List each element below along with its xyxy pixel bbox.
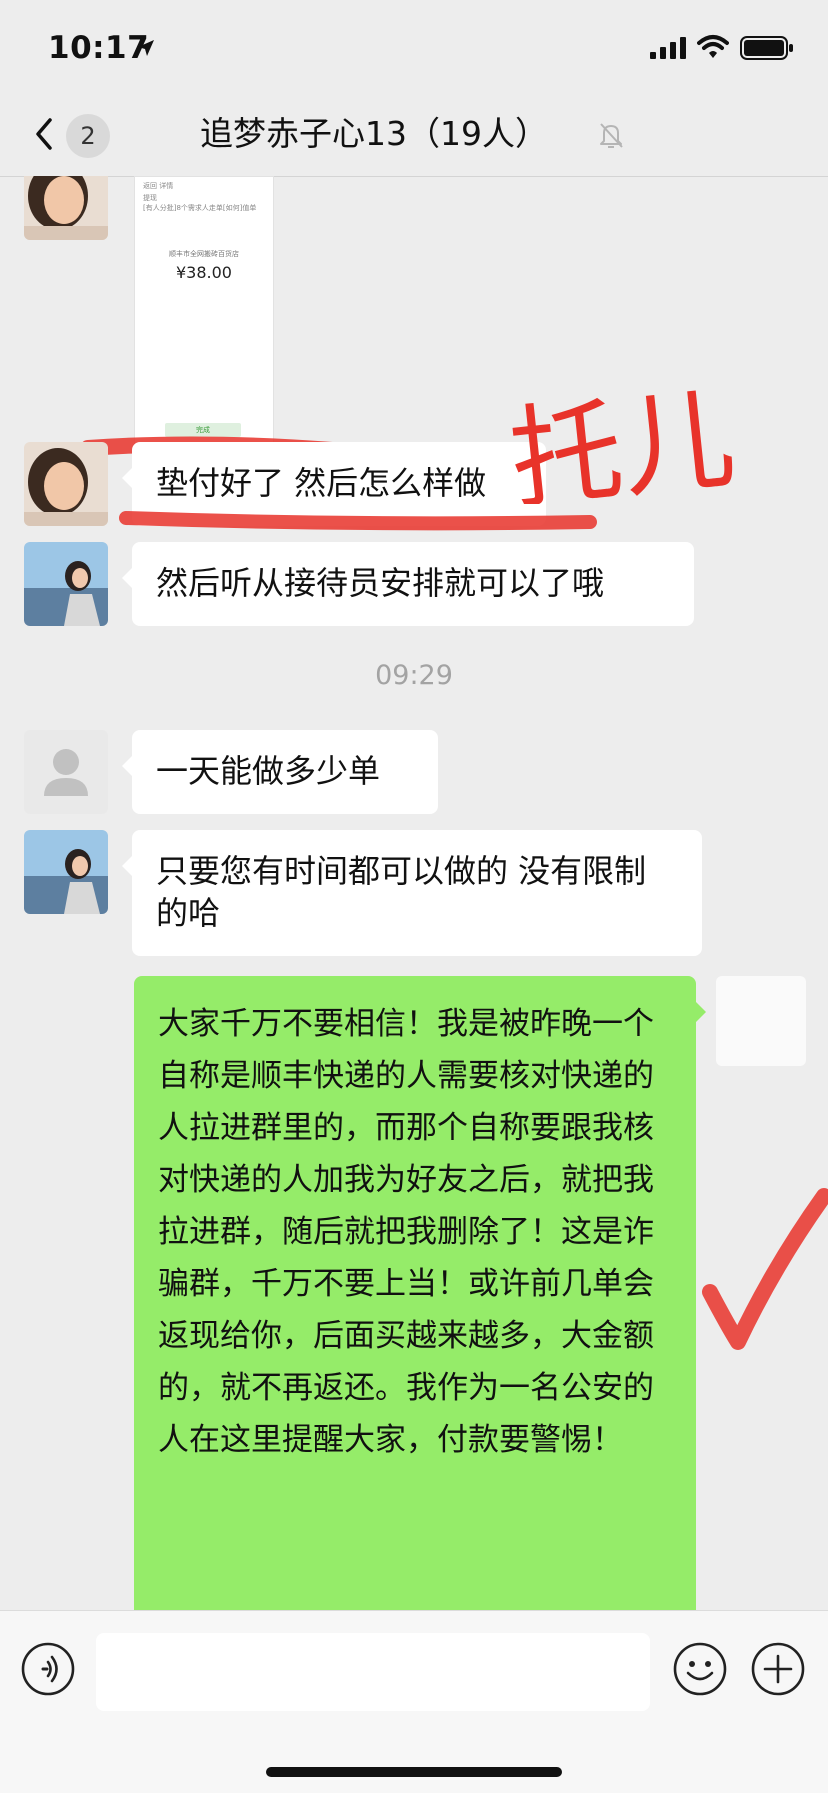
location-arrow-icon [136,38,156,62]
receipt-done-button: 完成 [165,423,241,437]
handwritten-annotation: 托儿 [510,384,741,504]
emoji-icon[interactable] [672,1641,728,1701]
time-separator: 09:29 [375,660,453,691]
avatar-girl-sea[interactable] [24,830,108,914]
receipt-header: 返回 详情 [143,182,174,190]
avatar-self-blurred[interactable] [716,976,806,1066]
message-text: 然后听从接待员安排就可以了哦 [156,564,605,602]
avatar-girl-sea[interactable] [24,542,108,626]
message-text: 大家千万不要相信！我是被昨晚一个自称是顺丰快递的人需要核对快递的人拉进群里的，而… [158,1006,654,1458]
message-text: 垫付好了 然后怎么样做 [156,464,487,502]
message-input[interactable] [96,1633,650,1711]
payment-receipt-image[interactable]: 返回 详情 提现 [有人分批]8个需求人走单[如何]值单 顺丰市全网搬砖百货店 … [134,176,274,448]
message-text: 一天能做多少单 [156,752,381,790]
message-bubble[interactable]: 一天能做多少单 [122,730,438,814]
cellular-signal-icon [650,37,686,63]
status-bar: 10:17 [0,0,828,100]
receipt-line: 提现 [143,194,157,202]
chat-header: 2 追梦赤子心13（19人） [0,100,828,177]
message-bubble[interactable]: 垫付好了 然后怎么样做 [122,442,546,526]
chat-title: 追梦赤子心13（19人） [200,114,548,153]
status-time: 10:17 [48,30,150,66]
voice-input-icon[interactable] [20,1641,76,1701]
wifi-icon [697,34,729,64]
plus-icon[interactable] [750,1641,806,1701]
mute-bell-icon [596,120,626,154]
red-check-mark [702,1188,828,1350]
input-bar [0,1610,828,1793]
message-bubble[interactable]: 只要您有时间都可以做的 没有限制的哈 [122,830,702,956]
home-indicator[interactable] [266,1767,562,1777]
unread-count-badge[interactable]: 2 [66,114,110,158]
avatar-default[interactable] [24,730,108,814]
avatar-woman[interactable] [24,442,108,526]
avatar-woman[interactable] [24,176,108,240]
back-icon[interactable] [26,114,66,154]
receipt-line: [有人分批]8个需求人走单[如何]值单 [143,204,257,212]
message-text: 只要您有时间都可以做的 没有限制的哈 [156,852,647,932]
chat-message-list[interactable]: 返回 详情 提现 [有人分批]8个需求人走单[如何]值单 顺丰市全网搬砖百货店 … [0,176,828,1610]
message-bubble[interactable]: 然后听从接待员安排就可以了哦 [122,542,694,626]
own-message-bubble[interactable]: 大家千万不要相信！我是被昨晚一个自称是顺丰快递的人需要核对快递的人拉进群里的，而… [134,976,706,1610]
receipt-amount: ¥38.00 [176,263,232,282]
receipt-shop-name: 顺丰市全网搬砖百货店 [169,250,239,258]
battery-icon [740,36,794,64]
